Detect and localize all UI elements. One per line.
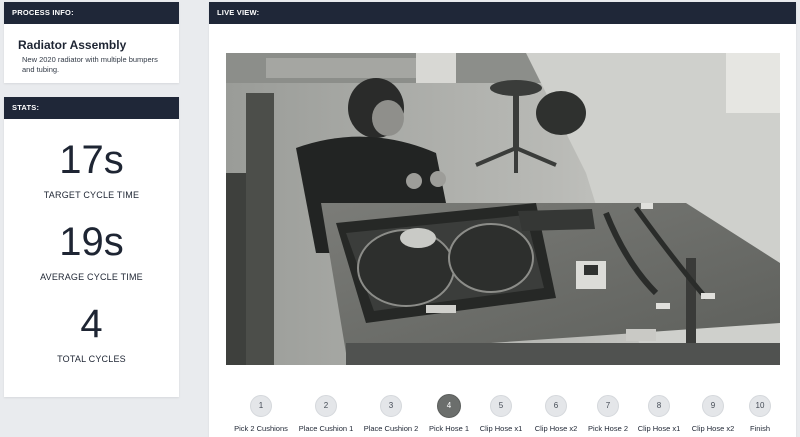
step-2[interactable]: 2 Place Cushion 1 — [295, 395, 357, 433]
total-cycles-label: TOTAL CYCLES — [57, 354, 126, 364]
process-steps: 1 Pick 2 Cushions 2 Place Cushion 1 3 Place C… — [209, 394, 796, 435]
stats-panel: STATS: 17s TARGET CYCLE TIME 19s AVERAGE… — [4, 97, 179, 397]
stats-header: STATS: — [4, 97, 179, 119]
process-info-header: PROCESS INFO: — [4, 2, 179, 24]
step-number-circle: 6 — [545, 395, 567, 417]
step-number-circle: 2 — [315, 395, 337, 417]
step-number-circle: 7 — [597, 395, 619, 417]
step-number-circle: 9 — [702, 395, 724, 417]
process-description: New 2020 radiator with multiple bumpers … — [22, 55, 158, 74]
step-label: Clip Hose x1 — [637, 424, 681, 433]
step-number-circle: 8 — [648, 395, 670, 417]
step-number-circle: 5 — [490, 395, 512, 417]
step-number-circle: 1 — [250, 395, 272, 417]
target-cycle-time-value: 17s — [59, 138, 124, 182]
step-number-circle: 10 — [749, 395, 771, 417]
step-3[interactable]: 3 Place Cushion 2 — [360, 395, 422, 433]
total-cycles-stat: 4 TOTAL CYCLES — [4, 304, 179, 364]
step-label: Finish — [749, 424, 770, 433]
step-label: Pick 2 Cushions — [234, 424, 288, 433]
live-view-header: LIVE VIEW: — [209, 2, 796, 24]
process-info-panel: PROCESS INFO: Radiator Assembly New 2020… — [4, 2, 179, 83]
average-cycle-time-label: AVERAGE CYCLE TIME — [40, 272, 143, 282]
live-view-panel: LIVE VIEW: 1 Pick 2 Cushions 2 Place Cus… — [209, 2, 796, 437]
step-1[interactable]: 1 Pick 2 Cushions — [230, 395, 292, 433]
target-cycle-time-label: TARGET CYCLE TIME — [43, 190, 140, 200]
step-label: Clip Hose x1 — [479, 424, 523, 433]
live-camera-feed[interactable] — [226, 53, 780, 365]
step-label: Place Cushion 1 — [298, 424, 354, 433]
total-cycles-value: 4 — [80, 302, 103, 346]
step-8[interactable]: 8 Clip Hose x1 — [628, 395, 690, 433]
process-title: Radiator Assembly — [18, 38, 127, 52]
average-cycle-time-value: 19s — [59, 220, 124, 264]
step-label: Place Cushion 2 — [363, 424, 419, 433]
camera-frame-image — [226, 53, 780, 365]
step-10[interactable]: 10 Finish — [729, 395, 791, 433]
step-5[interactable]: 5 Clip Hose x1 — [470, 395, 532, 433]
target-cycle-time-stat: 17s TARGET CYCLE TIME — [4, 140, 179, 200]
step-number-circle: 3 — [380, 395, 402, 417]
average-cycle-time-stat: 19s AVERAGE CYCLE TIME — [4, 222, 179, 282]
step-number-circle: 4 — [437, 394, 461, 418]
